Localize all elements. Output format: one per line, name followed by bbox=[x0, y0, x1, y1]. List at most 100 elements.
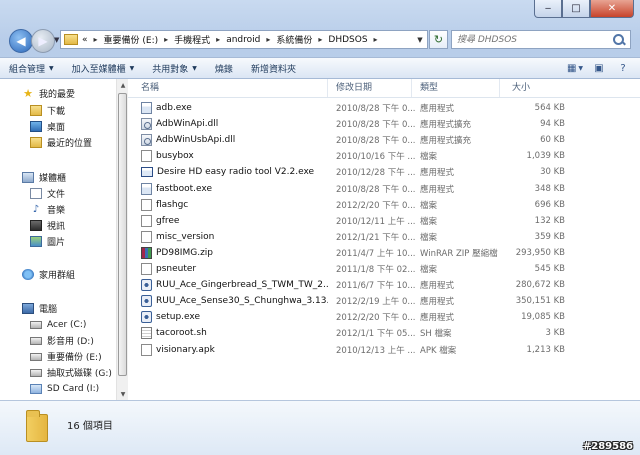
file-row[interactable]: misc_version 2012/1/21 下午 0... 檔案 359 KB bbox=[128, 229, 640, 245]
breadcrumb-item[interactable]: 重要備份 (E:) bbox=[104, 33, 159, 46]
file-row[interactable]: gfree 2010/12/11 上午 ... 檔案 132 KB bbox=[128, 213, 640, 229]
chevron-right-icon[interactable]: ▸ bbox=[216, 35, 220, 44]
chevron-right-icon[interactable]: ▸ bbox=[164, 35, 168, 44]
nav-computer[interactable]: 電腦 bbox=[22, 301, 57, 316]
document-icon bbox=[30, 188, 42, 199]
nav-drive-g[interactable]: 抽取式磁碟 (G:) bbox=[30, 365, 112, 380]
file-row[interactable]: RUU_Ace_Gingerbread_S_TWM_TW_2.... 2011/6… bbox=[128, 277, 640, 293]
file-size: 696 KB bbox=[534, 199, 565, 210]
nav-videos[interactable]: 視訊 bbox=[30, 218, 65, 233]
file-name-cell: PD98IMG.zip bbox=[128, 246, 328, 259]
breadcrumb: « ▸ 重要備份 (E:) ▸ 手機程式 ▸ android ▸ 系統備份 ▸ … bbox=[82, 33, 413, 47]
help-icon: ? bbox=[620, 63, 626, 74]
zip-icon bbox=[141, 246, 152, 259]
file-name-cell: AdbWinApi.dll bbox=[128, 118, 328, 131]
view-options-button[interactable]: ▦ ▼ bbox=[566, 61, 584, 76]
nav-label: 電腦 bbox=[39, 305, 58, 315]
address-history-dropdown[interactable]: ▼ bbox=[413, 36, 427, 44]
breadcrumb-item[interactable]: android bbox=[226, 35, 260, 45]
search-input[interactable] bbox=[452, 33, 609, 46]
minimize-button[interactable]: ‒ bbox=[534, 0, 562, 18]
new-folder-button[interactable]: 新增資料夾 bbox=[242, 58, 305, 78]
file-date: 2010/8/28 下午 0... bbox=[336, 184, 416, 195]
file-row[interactable]: setup.exe 2012/2/20 下午 0... 應用程式 19,085 KB bbox=[128, 309, 640, 325]
nav-label: 圖片 bbox=[47, 238, 66, 248]
exe-icon bbox=[141, 102, 152, 114]
file-row[interactable]: visionary.apk 2010/12/13 上午 ... APK 檔案 1,21… bbox=[128, 342, 640, 358]
share-menu[interactable]: 共用對象 ▼ bbox=[143, 58, 206, 78]
maximize-button[interactable]: □ bbox=[562, 0, 590, 18]
help-button[interactable]: ? bbox=[614, 61, 632, 76]
dll-icon bbox=[141, 134, 152, 147]
organize-menu[interactable]: 組合管理 ▼ bbox=[0, 58, 63, 78]
nav-libraries[interactable]: 媒體櫃 bbox=[22, 170, 66, 185]
window-icon bbox=[141, 167, 153, 178]
nav-label: 桌面 bbox=[47, 123, 66, 133]
column-date[interactable]: 修改日期 bbox=[328, 79, 412, 97]
file-row[interactable]: PD98IMG.zip 2011/4/7 上午 10... WinRAR ZIP 壓… bbox=[128, 245, 640, 261]
recent-pages-dropdown[interactable]: ▼ bbox=[54, 36, 59, 44]
nav-desktop[interactable]: 桌面 bbox=[30, 119, 65, 134]
file-row[interactable]: flashgc 2012/2/20 下午 0... 檔案 696 KB bbox=[128, 197, 640, 213]
chevron-right-icon[interactable]: ▸ bbox=[94, 35, 98, 44]
nav-drive-e[interactable]: 重要備份 (E:) bbox=[30, 349, 102, 364]
file-date: 2010/8/28 下午 0... bbox=[336, 120, 416, 131]
window-controls: ‒ □ ✕ bbox=[534, 0, 634, 18]
column-size[interactable]: 大小 bbox=[500, 79, 570, 97]
file-icon bbox=[141, 343, 152, 356]
file-row[interactable]: AdbWinUsbApi.dll 2010/8/28 下午 0... 應用程式擴充 6… bbox=[128, 132, 640, 148]
preview-pane-button[interactable]: ▣ bbox=[590, 61, 608, 76]
file-row[interactable]: psneuter 2011/1/8 下午 02... 檔案 545 KB bbox=[128, 261, 640, 277]
chevron-right-icon[interactable]: ▸ bbox=[318, 35, 322, 44]
refresh-button[interactable]: ↻ bbox=[429, 30, 448, 49]
file-size: 94 KB bbox=[540, 119, 565, 130]
nav-music[interactable]: ♪ 音樂 bbox=[30, 202, 65, 217]
address-bar[interactable]: « ▸ 重要備份 (E:) ▸ 手機程式 ▸ android ▸ 系統備份 ▸ … bbox=[60, 30, 428, 49]
nav-label: 重要備份 (E:) bbox=[47, 353, 102, 363]
nav-drive-c[interactable]: Acer (C:) bbox=[30, 317, 86, 332]
back-button[interactable]: ◀ bbox=[9, 29, 33, 53]
breadcrumb-overflow[interactable]: « bbox=[82, 35, 88, 45]
file-date: 2012/2/20 下午 0... bbox=[336, 313, 416, 324]
file-row[interactable]: busybox 2010/10/16 下午 ... 檔案 1,039 KB bbox=[128, 148, 640, 164]
column-type[interactable]: 類型 bbox=[412, 79, 500, 97]
explorer-window: ‒ □ ✕ ◀ ▶ ▼ « ▸ 重要備份 (E:) ▸ 手機程式 ▸ andro… bbox=[0, 0, 640, 455]
nav-drive-i[interactable]: SD Card (I:) bbox=[30, 381, 99, 396]
nav-homegroup[interactable]: 家用群組 bbox=[22, 267, 75, 282]
burn-button[interactable]: 燒錄 bbox=[206, 58, 242, 78]
file-row[interactable]: adb.exe 2010/8/28 下午 0... 應用程式 564 KB bbox=[128, 100, 640, 116]
forward-button[interactable]: ▶ bbox=[31, 29, 55, 53]
file-type: 應用程式 bbox=[420, 104, 455, 114]
file-row[interactable]: fastboot.exe 2010/8/28 下午 0... 應用程式 348 KB bbox=[128, 181, 640, 197]
search-icon[interactable] bbox=[612, 33, 626, 47]
file-size: 348 KB bbox=[534, 183, 565, 194]
scrollbar-thumb[interactable] bbox=[118, 93, 127, 376]
file-icon bbox=[141, 150, 152, 163]
column-name[interactable]: 名稱 bbox=[128, 79, 328, 97]
nav-recent[interactable]: 最近的位置 bbox=[30, 135, 92, 150]
file-date: 2012/1/1 下午 05... bbox=[336, 329, 416, 340]
nav-label: 最近的位置 bbox=[47, 139, 93, 149]
file-row[interactable]: RUU_Ace_Sense30_S_Chunghwa_3.13.... 2012/… bbox=[128, 293, 640, 309]
nav-documents[interactable]: 文件 bbox=[30, 186, 65, 201]
nav-downloads[interactable]: 下載 bbox=[30, 103, 65, 118]
file-name: visionary.apk bbox=[156, 344, 215, 355]
caret-down-icon: ▼ bbox=[192, 64, 197, 72]
chevron-right-icon[interactable]: ▸ bbox=[266, 35, 270, 44]
file-row[interactable]: AdbWinApi.dll 2010/8/28 下午 0... 應用程式擴充 94 K… bbox=[128, 116, 640, 132]
nav-pictures[interactable]: 圖片 bbox=[30, 234, 65, 249]
breadcrumb-item[interactable]: 系統備份 bbox=[276, 33, 312, 46]
nav-label: 視訊 bbox=[47, 222, 66, 232]
include-library-menu[interactable]: 加入至媒體櫃 ▼ bbox=[63, 58, 144, 78]
nav-drive-d[interactable]: 影音用 (D:) bbox=[30, 333, 94, 348]
file-date: 2011/6/7 下午 10... bbox=[336, 281, 416, 292]
close-button[interactable]: ✕ bbox=[590, 0, 634, 18]
chevron-right-icon[interactable]: ▸ bbox=[374, 35, 378, 44]
breadcrumb-item[interactable]: 手機程式 bbox=[174, 33, 210, 46]
nav-favorites[interactable]: ★ 我的最愛 bbox=[22, 86, 75, 101]
file-name-cell: fastboot.exe bbox=[128, 182, 328, 195]
breadcrumb-item[interactable]: DHDSOS bbox=[328, 35, 367, 45]
file-row[interactable]: Desire HD easy radio tool V2.2.exe 2010/1… bbox=[128, 164, 640, 180]
file-row[interactable]: tacoroot.sh 2012/1/1 下午 05... SH 檔案 3 KB bbox=[128, 325, 640, 341]
file-size: 545 KB bbox=[534, 264, 565, 274]
